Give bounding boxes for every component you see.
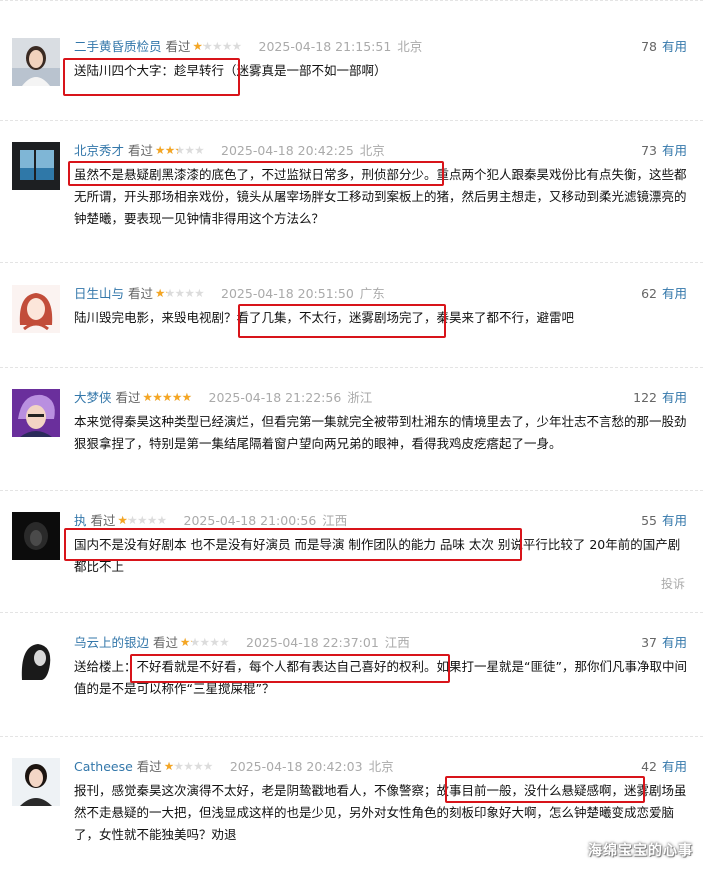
- illustrated-girl-avatar[interactable]: [12, 285, 60, 333]
- watch-status: 看过: [128, 143, 154, 158]
- useful-button[interactable]: 有用: [662, 513, 687, 528]
- username-link[interactable]: Catheese: [74, 759, 133, 774]
- comment-meta: Catheese看过★★★★★★★★★★ 2025-04-18 20:42:03 北…: [74, 758, 394, 776]
- comment-time: 2025-04-18 20:42:03: [229, 759, 363, 774]
- highlight-box: [445, 776, 645, 803]
- username-link[interactable]: 二手黄昏质检员: [74, 39, 162, 54]
- comment-meta: 北京秀才看过★★★★★★★★★★ 2025-04-18 20:42:25 北京: [74, 142, 385, 160]
- vote-count: 42: [641, 759, 657, 774]
- comment-location: 江西: [322, 513, 348, 528]
- useful-button[interactable]: 有用: [662, 39, 687, 54]
- comment-meta: 二手黄昏质检员看过★★★★★★★★★★ 2025-04-18 21:15:51 北京: [74, 38, 422, 56]
- report-button[interactable]: 投诉: [661, 575, 685, 592]
- star-rating: ★★★★★★★★★★: [163, 759, 214, 773]
- star-rating: ★★★★★★★★★★: [117, 513, 168, 527]
- useful-button[interactable]: 有用: [662, 390, 687, 405]
- comment-location: 江西: [384, 635, 410, 650]
- comment-list-page: 二手黄昏质检员看过★★★★★★★★★★2025-04-18 21:15:51北京…: [0, 0, 703, 870]
- comment-time: 2025-04-18 21:00:56: [183, 513, 317, 528]
- comment-meta: 大梦侠 看过 ★★★★★ ★★★★★ 2025-04-18 21:22:56 浙江: [74, 389, 372, 407]
- watch-status: 看过: [165, 39, 191, 54]
- star-rating: ★★★★★★★★★★: [142, 390, 193, 404]
- highlight-box: [68, 161, 444, 186]
- comment-text: 本来觉得秦昊这种类型已经演烂，但看完第一集就完全被带到杜湘东的情境里去了，少年壮…: [74, 414, 687, 451]
- vote-count: 122: [633, 390, 657, 405]
- comment-meta: 日生山与看过★★★★★★★★★★ 2025-04-18 20:51:50 广东: [74, 285, 385, 303]
- sketch-woman-avatar[interactable]: [12, 634, 60, 682]
- vote-count: 55: [641, 513, 657, 528]
- anime-character-avatar[interactable]: [12, 389, 60, 437]
- star-rating: ★★★★★★★★★★: [192, 39, 243, 53]
- woman-portrait-avatar[interactable]: [12, 38, 60, 86]
- comment-time: 2025-04-18 22:37:01: [246, 635, 379, 650]
- divider: [0, 262, 703, 263]
- divider: [0, 612, 703, 613]
- comment-meta: 乌云上的银边看过★★★★★★★★★★ 2025-04-18 22:37:01 江西: [74, 634, 410, 652]
- star-rating: ★★★★★★★★★★: [155, 286, 205, 300]
- comment-location: 北京: [359, 143, 385, 158]
- divider: [0, 367, 703, 368]
- vote-area: 122 有用: [633, 389, 687, 407]
- useful-button[interactable]: 有用: [662, 143, 687, 158]
- vote-count: 62: [641, 286, 657, 301]
- vote-count: 73: [641, 143, 657, 158]
- vote-area: 62 有用: [641, 285, 687, 303]
- username-link[interactable]: 执: [74, 513, 87, 528]
- vote-area: 37 有用: [641, 634, 687, 652]
- comment-location: 北京: [397, 39, 423, 54]
- star-rating: ★★★★★★★★★★: [180, 635, 230, 649]
- vote-area: 73 有用: [641, 142, 687, 160]
- watch-status: 看过: [136, 759, 162, 774]
- useful-button[interactable]: 有用: [662, 635, 687, 650]
- divider: [0, 0, 703, 1]
- divider: [0, 490, 703, 491]
- username-link[interactable]: 大梦侠: [74, 390, 112, 405]
- comment-time: 2025-04-18 20:42:25: [221, 143, 354, 158]
- vote-count: 78: [641, 39, 657, 54]
- watch-status: 看过: [90, 513, 116, 528]
- dark-silhouette-avatar[interactable]: [12, 512, 60, 560]
- watch-status: 看过: [115, 390, 141, 405]
- comment-time: 2025-04-18 21:22:56: [208, 390, 342, 405]
- vote-area: 78 有用: [641, 38, 687, 56]
- comment-location: 北京: [368, 759, 394, 774]
- comment-location: 广东: [359, 286, 385, 301]
- highlight-box: [130, 654, 450, 683]
- comment-time: 2025-04-18 21:15:51: [258, 39, 392, 54]
- username-link[interactable]: 北京秀才: [74, 143, 124, 158]
- divider: [0, 736, 703, 737]
- highlight-box: [64, 528, 522, 561]
- comment-location: 浙江: [347, 390, 373, 405]
- watch-status: 看过: [128, 286, 154, 301]
- username-link[interactable]: 乌云上的银边: [74, 635, 149, 650]
- watermark-text: 海绵宝宝的心事: [588, 843, 693, 859]
- useful-button[interactable]: 有用: [662, 759, 687, 774]
- vote-area: 55 有用: [641, 512, 687, 530]
- girl-photo-avatar[interactable]: [12, 758, 60, 806]
- divider: [0, 120, 703, 121]
- star-rating: ★★★★★★★★★★: [155, 143, 205, 157]
- watch-status: 看过: [153, 635, 179, 650]
- highlight-box: [63, 58, 240, 96]
- vote-count: 37: [641, 635, 657, 650]
- ocean-window-avatar[interactable]: [12, 142, 60, 190]
- username-link[interactable]: 日生山与: [74, 286, 124, 301]
- vote-area: 42 有用: [641, 758, 687, 776]
- comment-time: 2025-04-18 20:51:50: [221, 286, 354, 301]
- highlight-box: [238, 304, 446, 338]
- useful-button[interactable]: 有用: [662, 286, 687, 301]
